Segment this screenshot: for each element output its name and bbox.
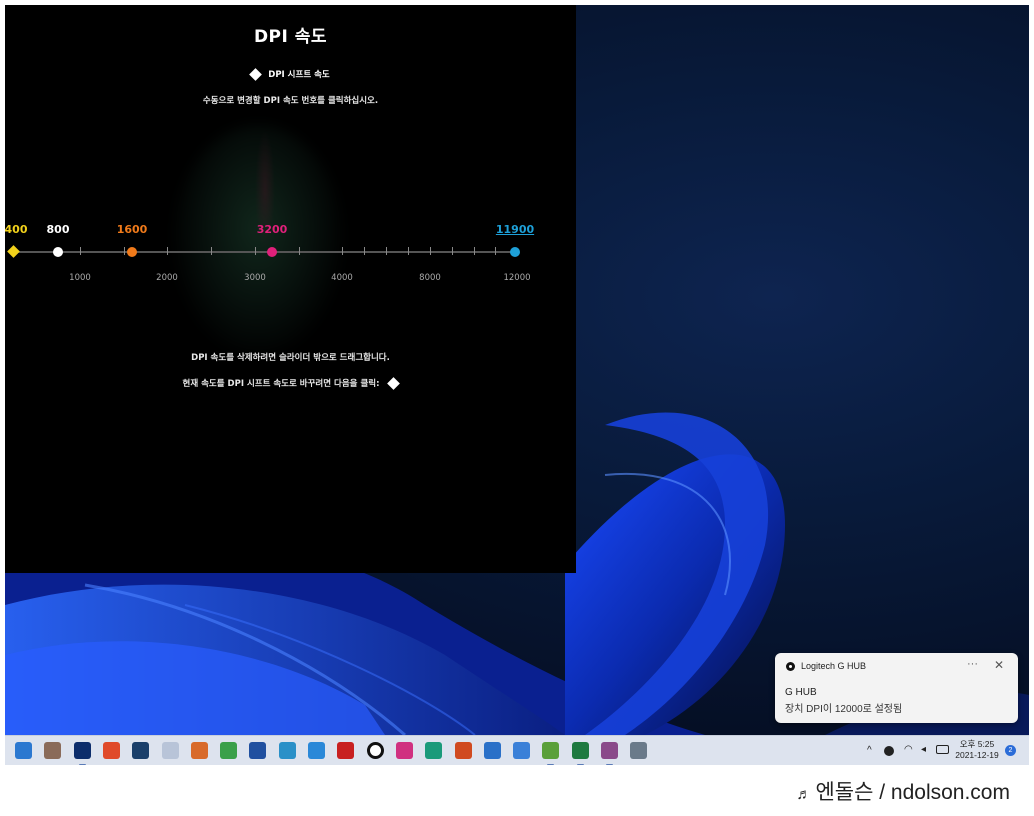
watermark: ♬ 엔돌슨 / ndolson.com — [770, 776, 1010, 806]
watermark-text: 엔돌슨 / ndolson.com — [815, 781, 1010, 804]
store-icon[interactable] — [308, 742, 325, 759]
globe-app-icon[interactable] — [425, 742, 442, 759]
axis-label: 12000 — [503, 273, 531, 283]
toast-heading: G HUB — [785, 687, 817, 698]
dpi-level-handle[interactable] — [53, 247, 63, 257]
settings-icon[interactable] — [630, 742, 647, 759]
monitor-app-icon[interactable] — [132, 742, 149, 759]
camera-app-icon[interactable] — [279, 742, 296, 759]
r-app-icon[interactable] — [484, 742, 501, 759]
slider-tick — [211, 247, 212, 255]
tray-chevron-icon[interactable]: ^ — [867, 745, 872, 756]
dpi-level-handle[interactable] — [127, 247, 137, 257]
ghub-icon[interactable] — [367, 742, 384, 759]
slider-tick — [342, 247, 343, 255]
ghub-dpi-window: DPI 속도 DPI 시프트 속도 수동으로 변경할 DPI 속도 번호를 클릭… — [5, 5, 576, 573]
axis-label: 1000 — [69, 273, 91, 283]
slider-tick — [299, 247, 300, 255]
tray-app-icon[interactable] — [884, 746, 894, 756]
wifi-icon[interactable]: ◠ — [904, 744, 913, 755]
notepad-icon[interactable] — [162, 742, 179, 759]
capture-icon[interactable] — [103, 742, 120, 759]
slider-tick — [452, 247, 453, 255]
ghub-logo-icon — [786, 662, 795, 671]
slider-tick — [495, 247, 496, 255]
delete-hint: DPI 속도를 삭제하려면 슬라이더 밖으로 드래그합니다. — [191, 353, 390, 363]
slider-tick — [474, 247, 475, 255]
set-shift-diamond-icon[interactable] — [387, 377, 401, 390]
page-title: DPI 속도 — [253, 27, 328, 47]
toast-message: 장치 DPI이 12000로 설정됨 — [785, 704, 903, 715]
slider-tick — [386, 247, 387, 255]
toast-more-button[interactable]: ··· — [967, 658, 978, 670]
toast-app-name: Logitech G HUB — [801, 661, 867, 671]
taskbar: ^ ◠ ◂ 오후 5:25 2021-12-19 2 — [5, 735, 1029, 765]
slider-tick — [124, 247, 125, 255]
instruction-text: 수동으로 변경할 DPI 속도 번호를 클릭하십시오. — [202, 96, 379, 106]
slider-tick — [430, 247, 431, 255]
photoshop-icon[interactable] — [74, 742, 91, 765]
dpi-level-label[interactable]: 1600 — [117, 223, 148, 236]
dpi-level-label[interactable]: 800 — [47, 223, 70, 236]
filezilla-icon[interactable] — [337, 742, 354, 759]
axis-label: 8000 — [419, 273, 441, 283]
dpi-shift-row[interactable]: DPI 시프트 속도 — [5, 68, 576, 81]
color-picker-icon[interactable] — [396, 742, 413, 759]
slider-tick — [255, 247, 256, 255]
shift-hint-row: 현재 속도를 DPI 시프트 속도로 바꾸려면 다음을 클릭: — [5, 377, 576, 390]
dpi-shift-diamond-icon[interactable] — [249, 68, 263, 81]
dpi-level-label[interactable]: 400 — [5, 223, 27, 236]
photo-viewer-icon[interactable] — [44, 742, 61, 759]
axis-label: 4000 — [331, 273, 353, 283]
music-note-icon: ♬ — [796, 786, 812, 803]
axis-label: 3000 — [244, 273, 266, 283]
slider-tick — [80, 247, 81, 255]
shift-hint-text: 현재 속도를 DPI 시프트 속도로 바꾸려면 다음을 클릭: — [182, 379, 380, 389]
notification-toast[interactable]: Logitech G HUB ··· ✕ G HUB 장치 DPI이 12000… — [775, 653, 1018, 723]
dpi-level-handle[interactable] — [7, 245, 20, 258]
winrar-icon[interactable] — [191, 742, 208, 759]
window-app-icon[interactable] — [513, 742, 530, 759]
clock-date: 2021-12-19 — [955, 750, 999, 760]
notification-count-badge[interactable]: 2 — [1005, 745, 1016, 756]
toast-close-button[interactable]: ✕ — [994, 658, 1004, 672]
dpi-shift-label: DPI 시프트 속도 — [268, 70, 330, 80]
dpi-slider[interactable]: 1000 2000 3000 4000 8000 12000 400 800 1600 3200 1… — [5, 223, 576, 293]
volume-icon[interactable]: ◂ — [921, 744, 926, 755]
battery-icon[interactable] — [936, 745, 949, 754]
dpi-level-label[interactable]: 3200 — [257, 223, 288, 236]
paint-icon[interactable] — [542, 742, 559, 765]
dpi-level-label[interactable]: 11900 — [496, 223, 534, 236]
mail-icon[interactable] — [15, 742, 32, 759]
cloud-app-icon[interactable] — [249, 742, 266, 759]
excel-icon[interactable] — [572, 742, 589, 765]
slider-track[interactable] — [14, 251, 516, 253]
system-clock[interactable]: 오후 5:25 2021-12-19 — [950, 739, 1004, 761]
dpi-level-handle[interactable] — [267, 247, 277, 257]
screen: DPI 속도 DPI 시프트 속도 수동으로 변경할 DPI 속도 번호를 클릭… — [5, 5, 1029, 765]
slider-tick — [408, 247, 409, 255]
powerpoint-icon[interactable] — [455, 742, 472, 759]
axis-label: 2000 — [156, 273, 178, 283]
slider-tick — [167, 247, 168, 255]
dpi-level-handle[interactable] — [510, 247, 520, 257]
slider-tick — [364, 247, 365, 255]
chrome-like-icon[interactable] — [220, 742, 237, 759]
image-editor-icon[interactable] — [601, 742, 618, 765]
clock-time: 오후 5:25 — [959, 739, 995, 749]
